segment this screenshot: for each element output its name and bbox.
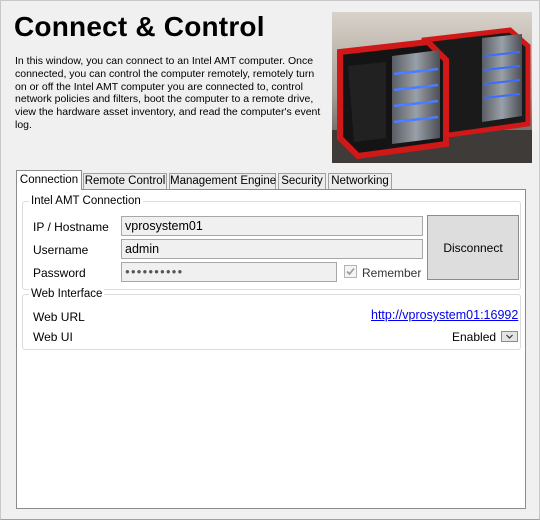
connection-tab-panel: Intel AMT Connection IP / Hostname vpros… [16, 189, 526, 509]
web-ui-status: Enabled [452, 330, 497, 344]
remember-label: Remember [362, 266, 422, 280]
password-input[interactable]: ●●●●●●●●●● [121, 262, 337, 282]
intel-amt-connection-group: Intel AMT Connection IP / Hostname vpros… [22, 194, 521, 290]
web-interface-group: Web Interface Web URL http://vprosystem0… [22, 287, 521, 350]
web-ui-dropdown-button[interactable] [501, 331, 518, 342]
page-description: In this window, you can connect to an In… [15, 55, 321, 131]
web-ui-label: Web UI [33, 330, 73, 344]
web-url-label: Web URL [33, 310, 85, 324]
page-title: Connect & Control [14, 11, 265, 42]
connect-control-window: Connect & Control In this window, you ca… [0, 0, 540, 520]
password-label: Password [33, 266, 86, 280]
group-title: Intel AMT Connection [29, 194, 143, 208]
group-title: Web Interface [29, 287, 105, 301]
username-input[interactable]: admin [121, 239, 423, 259]
tab-connection[interactable]: Connection [16, 170, 82, 190]
disconnect-button[interactable]: Disconnect [427, 215, 519, 280]
tab-management-engine[interactable]: Management Engine [169, 173, 276, 189]
hostname-input[interactable]: vprosystem01 [121, 216, 423, 236]
remember-checkbox[interactable] [344, 265, 357, 278]
web-url-link[interactable]: http://vprosystem01:16992 [371, 308, 518, 322]
computer-hero-image [332, 12, 532, 163]
host-label: IP / Hostname [33, 220, 109, 234]
chevron-down-icon [506, 334, 513, 339]
check-icon [346, 267, 355, 276]
tab-security[interactable]: Security [278, 173, 326, 189]
tab-networking[interactable]: Networking [328, 173, 392, 189]
username-label: Username [33, 243, 89, 257]
computer-chassis-illustration [332, 12, 532, 163]
tab-remote-control[interactable]: Remote Control [83, 173, 167, 189]
